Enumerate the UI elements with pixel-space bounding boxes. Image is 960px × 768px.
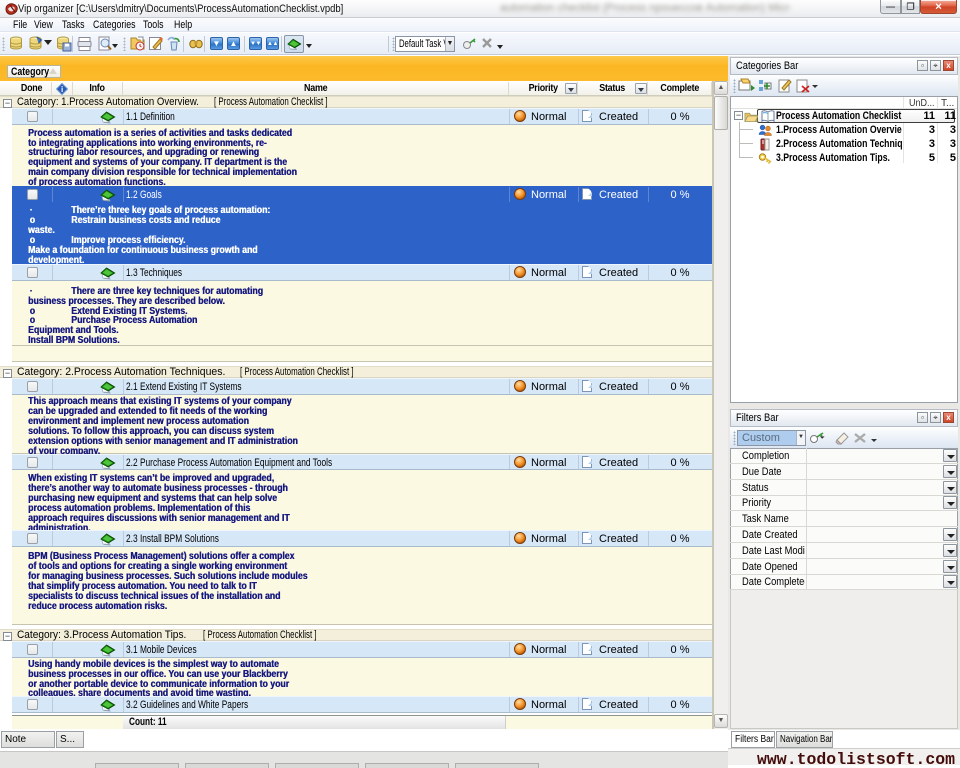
svg-text:i: i: [61, 85, 63, 94]
